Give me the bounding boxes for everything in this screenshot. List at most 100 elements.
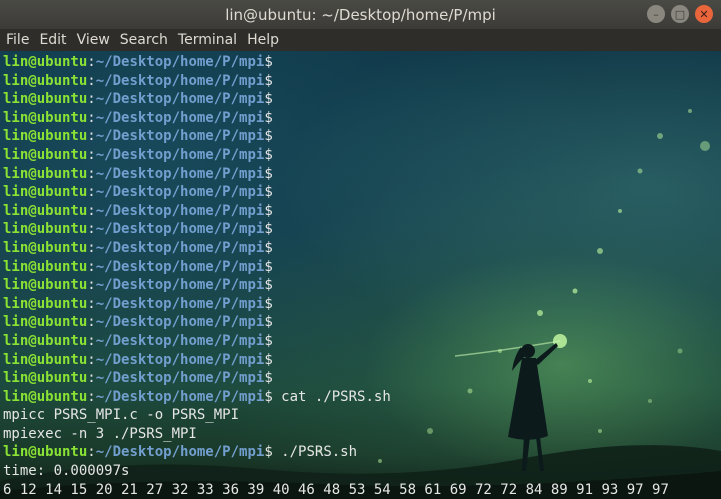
prompt-dollar: $ [264,258,273,275]
prompt-dollar: $ [264,295,273,312]
prompt-line: lin@ubuntu:~/Desktop/home/P/mpi$ [3,239,669,258]
minimize-button[interactable]: – [647,5,665,23]
prompt-colon: : [87,184,96,201]
prompt-dollar: $ [264,388,273,405]
prompt-colon: : [87,370,96,387]
prompt-colon: : [87,351,96,368]
prompt-user: lin@ubuntu [3,277,88,294]
prompt-path: ~/Desktop/home/P/mpi [95,277,265,294]
prompt-user: lin@ubuntu [3,221,88,238]
prompt-line: lin@ubuntu:~/Desktop/home/P/mpi$ [3,220,669,239]
prompt-line: lin@ubuntu:~/Desktop/home/P/mpi$ [3,90,669,109]
menu-help[interactable]: Help [247,32,279,48]
prompt-colon: : [87,221,96,238]
prompt-user: lin@ubuntu [3,54,88,70]
menu-edit[interactable]: Edit [39,32,66,48]
command-text: ./PSRS.sh [272,444,358,461]
prompt-dollar: $ [264,370,273,387]
terminal-window: lin@ubuntu: ~/Desktop/home/P/mpi – □ ✕ F… [0,0,721,499]
prompt-user: lin@ubuntu [3,351,88,368]
prompt-line: lin@ubuntu:~/Desktop/home/P/mpi$ [3,127,669,146]
prompt-line: lin@ubuntu:~/Desktop/home/P/mpi$ [3,332,669,351]
prompt-dollar: $ [264,54,273,70]
prompt-path: ~/Desktop/home/P/mpi [95,91,265,108]
menu-file[interactable]: File [6,32,29,48]
prompt-dollar: $ [264,277,273,294]
prompt-dollar: $ [264,332,273,349]
prompt-path: ~/Desktop/home/P/mpi [95,146,265,163]
prompt-path: ~/Desktop/home/P/mpi [95,221,265,238]
prompt-user: lin@ubuntu [3,370,88,387]
prompt-colon: : [87,109,96,126]
window-controls: – □ ✕ [647,5,713,23]
prompt-dollar: $ [264,221,273,238]
prompt-colon: : [87,54,96,70]
prompt-dollar: $ [264,146,273,163]
prompt-line: lin@ubuntu:~/Desktop/home/P/mpi$ ./PSRS.… [3,443,669,462]
prompt-colon: : [87,295,96,312]
close-button[interactable]: ✕ [695,5,713,23]
prompt-dollar: $ [264,239,273,256]
command-text: cat ./PSRS.sh [272,388,391,405]
prompt-path: ~/Desktop/home/P/mpi [95,388,265,405]
prompt-user: lin@ubuntu [3,128,88,145]
prompt-colon: : [87,72,96,89]
title-bar[interactable]: lin@ubuntu: ~/Desktop/home/P/mpi – □ ✕ [0,0,721,29]
menu-terminal[interactable]: Terminal [178,32,237,48]
menu-search[interactable]: Search [120,32,168,48]
prompt-colon: : [87,258,96,275]
prompt-user: lin@ubuntu [3,146,88,163]
prompt-colon: : [87,202,96,219]
prompt-line: lin@ubuntu:~/Desktop/home/P/mpi$ [3,72,669,91]
prompt-path: ~/Desktop/home/P/mpi [95,258,265,275]
prompt-user: lin@ubuntu [3,109,88,126]
prompt-path: ~/Desktop/home/P/mpi [95,165,265,182]
prompt-user: lin@ubuntu [3,239,88,256]
prompt-path: ~/Desktop/home/P/mpi [95,202,265,219]
output-line: time: 0.000097s [3,463,130,480]
output-line: 6 12 14 15 20 21 27 32 33 36 39 40 46 48… [3,481,669,498]
prompt-path: ~/Desktop/home/P/mpi [95,184,265,201]
prompt-user: lin@ubuntu [3,91,88,108]
prompt-dollar: $ [264,165,273,182]
prompt-user: lin@ubuntu [3,184,88,201]
prompt-dollar: $ [264,351,273,368]
prompt-line: lin@ubuntu:~/Desktop/home/P/mpi$ [3,276,669,295]
prompt-user: lin@ubuntu [3,202,88,219]
window-title: lin@ubuntu: ~/Desktop/home/P/mpi [225,5,496,24]
prompt-user: lin@ubuntu [3,388,88,405]
prompt-line: lin@ubuntu:~/Desktop/home/P/mpi$ cat ./P… [3,388,669,407]
prompt-dollar: $ [264,128,273,145]
prompt-user: lin@ubuntu [3,165,88,182]
prompt-user: lin@ubuntu [3,295,88,312]
prompt-path: ~/Desktop/home/P/mpi [95,128,265,145]
prompt-user: lin@ubuntu [3,332,88,349]
prompt-dollar: $ [264,109,273,126]
menu-bar: File Edit View Search Terminal Help [0,29,721,51]
prompt-user: lin@ubuntu [3,314,88,331]
prompt-colon: : [87,239,96,256]
prompt-line: lin@ubuntu:~/Desktop/home/P/mpi$ [3,202,669,221]
prompt-colon: : [87,388,96,405]
prompt-path: ~/Desktop/home/P/mpi [95,239,265,256]
prompt-dollar: $ [264,184,273,201]
prompt-colon: : [87,165,96,182]
prompt-path: ~/Desktop/home/P/mpi [95,295,265,312]
prompt-path: ~/Desktop/home/P/mpi [95,351,265,368]
output-line: mpiexec -n 3 ./PSRS_MPI [3,425,197,442]
menu-view[interactable]: View [77,32,110,48]
prompt-line: lin@ubuntu:~/Desktop/home/P/mpi$ [3,165,669,184]
prompt-path: ~/Desktop/home/P/mpi [95,332,265,349]
prompt-user: lin@ubuntu [3,258,88,275]
prompt-line: lin@ubuntu:~/Desktop/home/P/mpi$ [3,369,669,388]
prompt-line: lin@ubuntu:~/Desktop/home/P/mpi$ [3,109,669,128]
prompt-line: lin@ubuntu:~/Desktop/home/P/mpi$ [3,53,669,72]
terminal-output: lin@ubuntu:~/Desktop/home/P/mpi$ lin@ubun… [3,53,669,499]
prompt-path: ~/Desktop/home/P/mpi [95,109,265,126]
prompt-colon: : [87,277,96,294]
prompt-path: ~/Desktop/home/P/mpi [95,54,265,70]
output-line: mpicc PSRS_MPI.c -o PSRS_MPI [3,407,240,424]
maximize-button[interactable]: □ [671,5,689,23]
terminal-area[interactable]: lin@ubuntu:~/Desktop/home/P/mpi$ lin@ubun… [0,51,721,499]
prompt-line: lin@ubuntu:~/Desktop/home/P/mpi$ [3,183,669,202]
